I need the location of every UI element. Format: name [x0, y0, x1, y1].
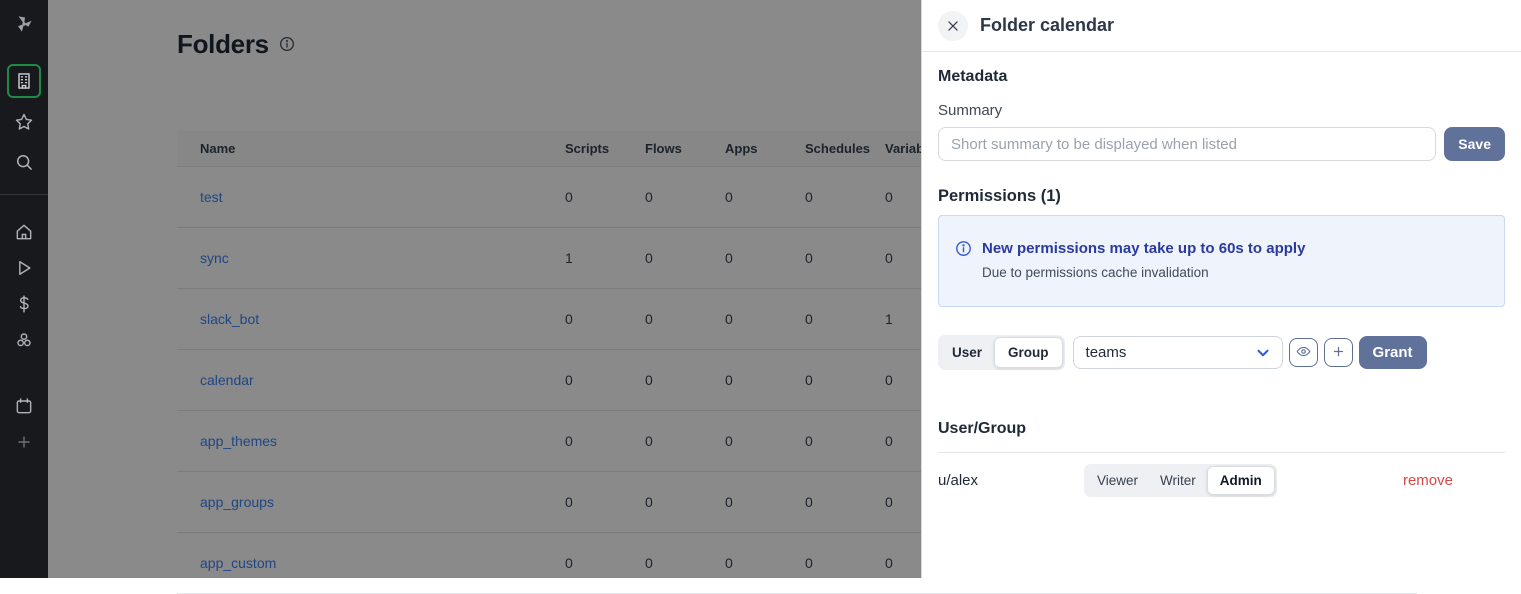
role-viewer[interactable]: Viewer — [1086, 468, 1149, 493]
view-group-button[interactable] — [1289, 338, 1318, 367]
toggle-group[interactable]: Group — [994, 337, 1063, 368]
chevron-down-icon — [1254, 344, 1272, 362]
summary-label: Summary — [938, 102, 1505, 119]
group-select[interactable]: teams — [1073, 336, 1283, 369]
summary-input[interactable] — [938, 127, 1436, 161]
plus-icon — [1331, 344, 1346, 362]
group-select-value: teams — [1086, 344, 1254, 361]
eye-icon — [1296, 344, 1311, 362]
alert-title: New permissions may take up to 60s to ap… — [982, 240, 1305, 257]
variables-dollar-icon[interactable] — [6, 286, 42, 322]
add-group-button[interactable] — [1324, 338, 1353, 367]
folders-nav-icon[interactable] — [7, 64, 41, 98]
alert-info-icon — [955, 240, 972, 257]
remove-link[interactable]: remove — [1403, 472, 1453, 489]
user-group-heading: User/Group — [938, 420, 1505, 438]
home-icon[interactable] — [6, 214, 42, 250]
groups-icon[interactable] — [6, 322, 42, 358]
close-icon[interactable] — [938, 11, 968, 41]
owner-type-toggle: User Group — [938, 335, 1065, 370]
role-admin[interactable]: Admin — [1207, 466, 1275, 495]
permission-entry-row: u/alex Viewer Writer Admin remove — [938, 453, 1505, 497]
alert-subtitle: Due to permissions cache invalidation — [982, 265, 1488, 280]
entry-name: u/alex — [938, 472, 1084, 489]
folder-drawer: Folder calendar Metadata Summary Save Pe… — [921, 0, 1521, 578]
grant-button[interactable]: Grant — [1359, 336, 1427, 369]
permissions-heading: Permissions (1) — [938, 187, 1505, 206]
favorites-star-icon[interactable] — [6, 104, 42, 140]
role-toggle: Viewer Writer Admin — [1084, 464, 1277, 497]
metadata-heading: Metadata — [938, 68, 1505, 86]
role-writer[interactable]: Writer — [1149, 468, 1207, 493]
windmill-logo-icon[interactable] — [0, 0, 48, 48]
search-icon[interactable] — [6, 144, 42, 180]
sidebar-divider — [0, 194, 48, 195]
add-plus-icon[interactable] — [6, 424, 42, 460]
permissions-alert: New permissions may take up to 60s to ap… — [938, 215, 1505, 307]
save-button[interactable]: Save — [1444, 127, 1505, 161]
sidebar — [0, 0, 48, 578]
drawer-title: Folder calendar — [980, 15, 1114, 36]
drawer-header: Folder calendar — [922, 0, 1521, 52]
runs-play-icon[interactable] — [6, 250, 42, 286]
toggle-user[interactable]: User — [940, 339, 994, 366]
schedules-calendar-icon[interactable] — [6, 388, 42, 424]
